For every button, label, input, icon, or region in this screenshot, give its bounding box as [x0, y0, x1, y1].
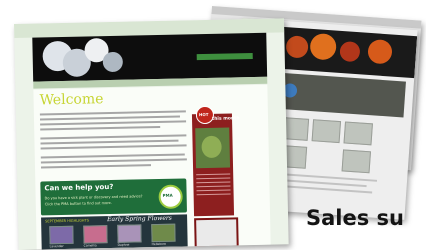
thumbnail-caption: Camellia [83, 243, 97, 248]
flower-thumbnail[interactable] [151, 223, 176, 243]
thumbnail-caption: Hellebore [151, 241, 167, 247]
plant-photo [195, 127, 231, 169]
text-line [40, 125, 161, 131]
sales-caption: Sales su [306, 206, 404, 230]
thumbnail-caption: Daphne [117, 242, 130, 247]
flower-image [102, 51, 124, 73]
hot-panel-title: this month [211, 116, 240, 122]
text-line [196, 189, 231, 192]
text-line [40, 153, 185, 159]
flower-image [309, 32, 338, 61]
page-content: Welcome Can we help you? Do you have a s… [33, 84, 271, 250]
featured-panel [275, 72, 406, 118]
text-line [196, 185, 231, 188]
text-line [39, 110, 186, 116]
hot-this-month-panel[interactable]: HOT this month [191, 105, 240, 217]
highlights-title: Early Spring Flowers [107, 214, 172, 224]
photo-thumbnail [341, 149, 372, 174]
highlights-panel: SEPTEMBER HIGHLIGHTS Early Spring Flower… [41, 214, 188, 250]
text-line [196, 181, 231, 184]
text-line [40, 120, 187, 126]
help-box[interactable]: Can we help you? Do you have a sick plan… [40, 178, 187, 216]
flower-image [367, 38, 393, 65]
plant-image [201, 135, 222, 159]
flower-thumbnail[interactable] [117, 224, 142, 243]
flower-thumbnail[interactable] [83, 225, 108, 244]
flower-image [339, 40, 361, 63]
text-line [196, 173, 231, 176]
flower-thumbnail[interactable] [49, 225, 74, 245]
photo-thumbnail [343, 121, 373, 146]
flower-image [285, 35, 309, 59]
help-title: Can we help you? [44, 182, 114, 193]
photo-thumbnail [311, 119, 342, 144]
text-line [40, 164, 152, 169]
text-line [39, 115, 180, 121]
thumbnail-caption: Lavender [49, 244, 64, 249]
help-text: Do you have a sick plant or discovery an… [44, 194, 143, 201]
hero-banner [274, 26, 418, 79]
newsletter-thumbnail[interactable] [194, 217, 239, 249]
text-line [40, 144, 187, 150]
highlights-label: SEPTEMBER HIGHLIGHTS [45, 218, 89, 224]
help-text: Click the PMA button to find out more. [44, 200, 112, 207]
main-page-screenshot: Welcome Can we help you? Do you have a s… [14, 18, 289, 250]
text-line [40, 158, 187, 164]
text-line [40, 134, 187, 140]
text-line [196, 177, 231, 180]
hot-badge-label: HOT [198, 111, 209, 118]
site-logo [196, 53, 253, 61]
pma-button[interactable]: PMA [158, 184, 183, 210]
text-line [196, 193, 231, 196]
text-line [40, 139, 179, 145]
hero-banner [32, 32, 268, 82]
pma-label: PMA [162, 192, 173, 198]
page-title: Welcome [39, 91, 104, 109]
